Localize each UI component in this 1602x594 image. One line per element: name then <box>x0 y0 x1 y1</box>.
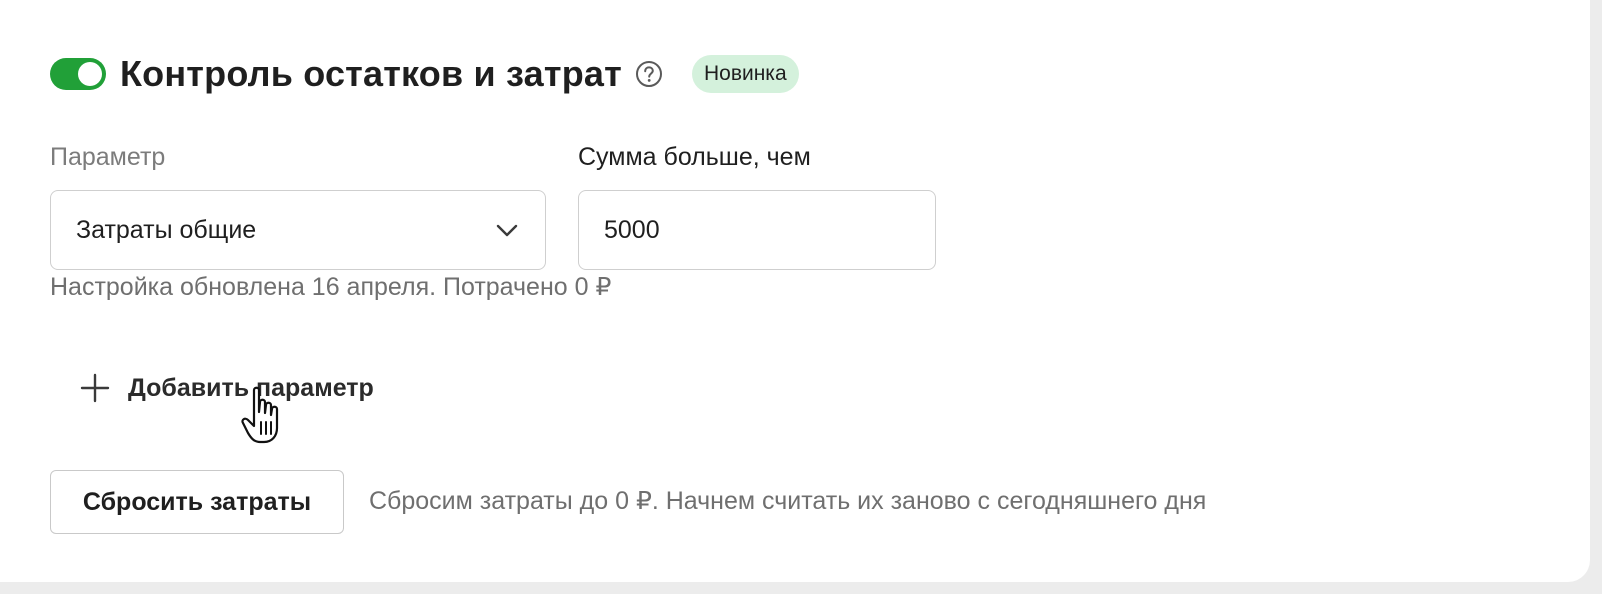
sum-input[interactable] <box>578 190 936 270</box>
settings-card: Контроль остатков и затрат Новинка Парам… <box>0 0 1590 582</box>
reset-costs-button[interactable]: Сбросить затраты <box>50 470 344 534</box>
question-circle-icon[interactable] <box>634 59 664 89</box>
toggle-knob <box>78 62 102 86</box>
add-param-label: Добавить параметр <box>128 373 374 402</box>
chevron-down-icon <box>493 216 521 244</box>
param-select-value: Затраты общие <box>76 215 257 244</box>
add-param-button[interactable]: Добавить параметр <box>78 368 374 408</box>
section-title: Контроль остатков и затрат <box>120 53 622 94</box>
settings-updated-hint: Настройка обновлена 16 апреля. Потрачено… <box>50 273 612 301</box>
param-select[interactable]: Затраты общие <box>50 190 546 270</box>
plus-icon <box>78 371 112 405</box>
reset-hint: Сбросим затраты до 0 ₽. Начнем считать и… <box>369 487 1207 515</box>
new-badge: Новинка <box>691 55 799 93</box>
section-header: Контроль остатков и затрат Новинка <box>50 50 799 98</box>
param-label: Параметр <box>50 143 166 171</box>
sum-label: Сумма больше, чем <box>578 143 811 171</box>
section-toggle[interactable] <box>50 58 106 90</box>
